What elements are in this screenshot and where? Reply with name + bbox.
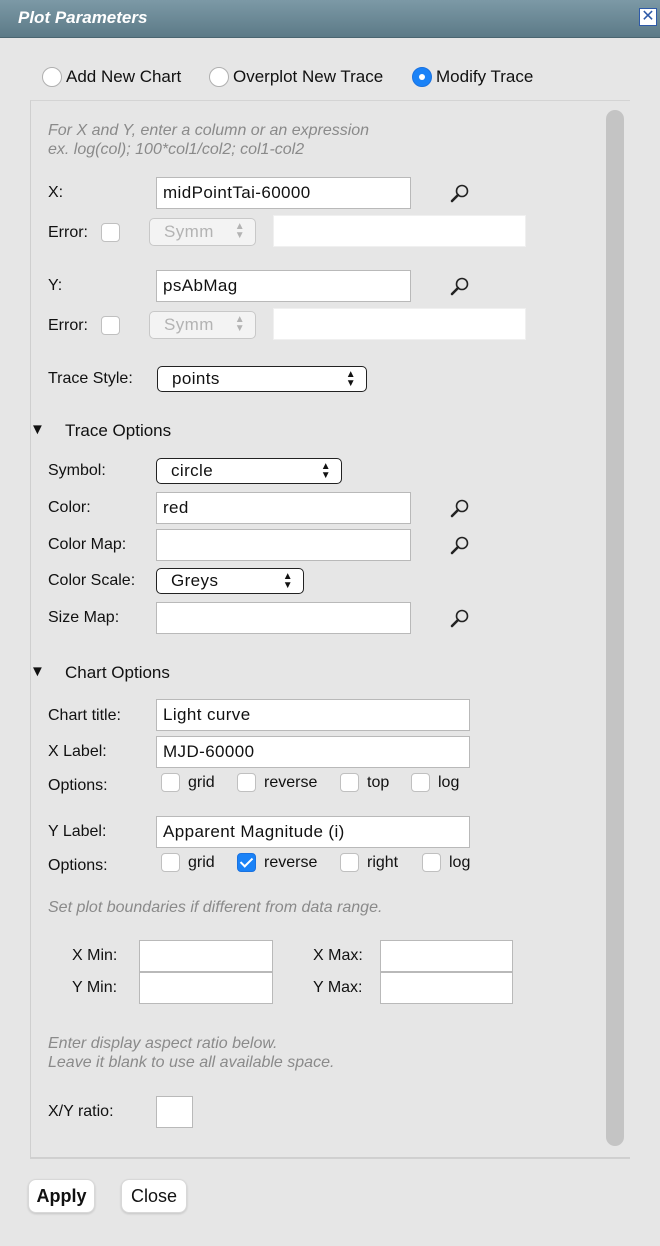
trace-style-select[interactable]: points ▲ ▼	[157, 366, 367, 392]
x-reverse-label[interactable]: reverse	[264, 774, 317, 792]
x-error-input[interactable]	[273, 215, 526, 247]
apply-button[interactable]: Apply	[28, 1179, 95, 1213]
y-right-checkbox[interactable]	[340, 853, 359, 872]
chart-options-title[interactable]: Chart Options	[65, 663, 170, 683]
chart-options-triangle-down-icon[interactable]: ▼	[30, 663, 45, 680]
y-options-label: Options:	[48, 857, 108, 874]
trace-style-value: points	[172, 369, 220, 388]
y-right-label[interactable]: right	[367, 854, 398, 872]
color-scale-label: Color Scale:	[48, 572, 136, 589]
x-grid-checkbox[interactable]	[161, 773, 180, 792]
aspect-hint-line2: Leave it blank to use all available spac…	[48, 1054, 335, 1071]
y-log-checkbox[interactable]	[422, 853, 441, 872]
x-axis-label-label: X Label:	[48, 743, 107, 760]
y-axis-label-label: Y Label:	[48, 823, 107, 840]
radio-modify-trace-label[interactable]: Modify Trace	[436, 67, 533, 87]
color-scale-chevron-icon: ▲ ▼	[282, 571, 293, 591]
y-search-icon[interactable]	[450, 276, 470, 296]
chart-title-label: Chart title:	[48, 707, 121, 724]
symbol-value: circle	[171, 461, 214, 480]
y-error-checkbox[interactable]	[101, 316, 120, 335]
x-input[interactable]: midPointTai-60000	[156, 177, 411, 209]
symbol-label: Symbol:	[48, 462, 106, 479]
xy-ratio-label: X/Y ratio:	[48, 1103, 114, 1120]
y-axis-label-input[interactable]: Apparent Magnitude (i)	[156, 816, 470, 848]
radio-add-new-chart-label[interactable]: Add New Chart	[66, 67, 181, 87]
y-grid-checkbox[interactable]	[161, 853, 180, 872]
x-label: X:	[48, 184, 64, 201]
aspect-hint-line1: Enter display aspect ratio below.	[48, 1035, 278, 1052]
radio-modify-trace[interactable]	[412, 67, 432, 87]
y-grid-label[interactable]: grid	[188, 854, 215, 872]
y-reverse-checkbox[interactable]	[237, 853, 256, 872]
close-button[interactable]: Close	[121, 1179, 187, 1213]
x-error-mode-value: Symm	[164, 222, 214, 241]
trace-options-title[interactable]: Trace Options	[65, 421, 171, 441]
radio-overplot-new-trace-label[interactable]: Overplot New Trace	[233, 67, 383, 87]
x-log-checkbox[interactable]	[411, 773, 430, 792]
panel-scrollbar[interactable]	[606, 110, 624, 1146]
y-error-input[interactable]	[273, 308, 526, 340]
y-error-mode-select[interactable]: Symm ▲ ▼	[149, 311, 256, 339]
y-label: Y:	[48, 277, 63, 294]
radio-add-new-chart[interactable]	[42, 67, 62, 87]
x-min-label: X Min:	[72, 947, 118, 964]
y-min-label: Y Min:	[72, 979, 118, 996]
window-title: Plot Parameters	[18, 8, 148, 27]
trace-options-panel	[30, 452, 31, 644]
size-map-label: Size Map:	[48, 609, 120, 626]
y-max-input[interactable]	[380, 972, 513, 1004]
color-label: Color:	[48, 499, 91, 516]
y-max-label: Y Max:	[313, 979, 363, 996]
bounds-hint: Set plot boundaries if different from da…	[48, 899, 383, 916]
window-titlebar[interactable]: Plot Parameters ✕	[0, 0, 660, 38]
y-input[interactable]: psAbMag	[156, 270, 411, 302]
color-map-search-icon[interactable]	[450, 535, 470, 555]
size-map-input[interactable]	[156, 602, 411, 634]
chart-title-input[interactable]: Light curve	[156, 699, 470, 731]
xy-ratio-input[interactable]	[156, 1096, 193, 1128]
x-top-label[interactable]: top	[367, 774, 389, 792]
size-map-search-icon[interactable]	[450, 608, 470, 628]
color-scale-value: Greys	[171, 571, 219, 590]
symbol-select[interactable]: circle ▲ ▼	[156, 458, 342, 484]
color-scale-select[interactable]: Greys ▲ ▼	[156, 568, 304, 594]
y-error-label: Error:	[48, 317, 88, 334]
xy-hint-line2: ex. log(col); 100*col1/col2; col1-col2	[48, 141, 305, 158]
y-reverse-label[interactable]: reverse	[264, 854, 317, 872]
aspect-hint: Enter display aspect ratio below. Leave …	[48, 1034, 334, 1072]
x-error-checkbox[interactable]	[101, 223, 120, 242]
y-error-mode-chevron-icon: ▲ ▼	[234, 314, 245, 334]
trace-options-triangle-down-icon[interactable]: ▼	[30, 421, 45, 438]
xy-hint: For X and Y, enter a column or an expres…	[48, 121, 369, 159]
color-search-icon[interactable]	[450, 498, 470, 518]
symbol-chevron-icon: ▲ ▼	[320, 461, 331, 481]
x-reverse-checkbox[interactable]	[237, 773, 256, 792]
x-grid-label[interactable]: grid	[188, 774, 215, 792]
x-error-mode-chevron-icon: ▲ ▼	[234, 221, 245, 241]
y-min-input[interactable]	[139, 972, 273, 1004]
trace-style-label: Trace Style:	[48, 370, 133, 387]
trace-style-chevron-icon: ▲ ▼	[345, 369, 356, 389]
x-error-mode-select[interactable]: Symm ▲ ▼	[149, 218, 256, 246]
color-map-input[interactable]	[156, 529, 411, 561]
x-log-label[interactable]: log	[438, 774, 459, 792]
x-options-label: Options:	[48, 777, 108, 794]
x-search-icon[interactable]	[450, 183, 470, 203]
xy-hint-line1: For X and Y, enter a column or an expres…	[48, 122, 370, 139]
x-min-input[interactable]	[139, 940, 273, 972]
y-error-mode-value: Symm	[164, 315, 214, 334]
x-axis-label-input[interactable]: MJD-60000	[156, 736, 470, 768]
y-log-label[interactable]: log	[449, 854, 470, 872]
x-max-label: X Max:	[313, 947, 363, 964]
footer-divider	[30, 1158, 630, 1159]
x-error-label: Error:	[48, 224, 88, 241]
color-map-label: Color Map:	[48, 536, 127, 553]
chart-options-panel	[30, 695, 31, 1145]
radio-overplot-new-trace[interactable]	[209, 67, 229, 87]
x-top-checkbox[interactable]	[340, 773, 359, 792]
close-icon[interactable]: ✕	[639, 8, 657, 26]
color-input[interactable]: red	[156, 492, 411, 524]
x-max-input[interactable]	[380, 940, 513, 972]
